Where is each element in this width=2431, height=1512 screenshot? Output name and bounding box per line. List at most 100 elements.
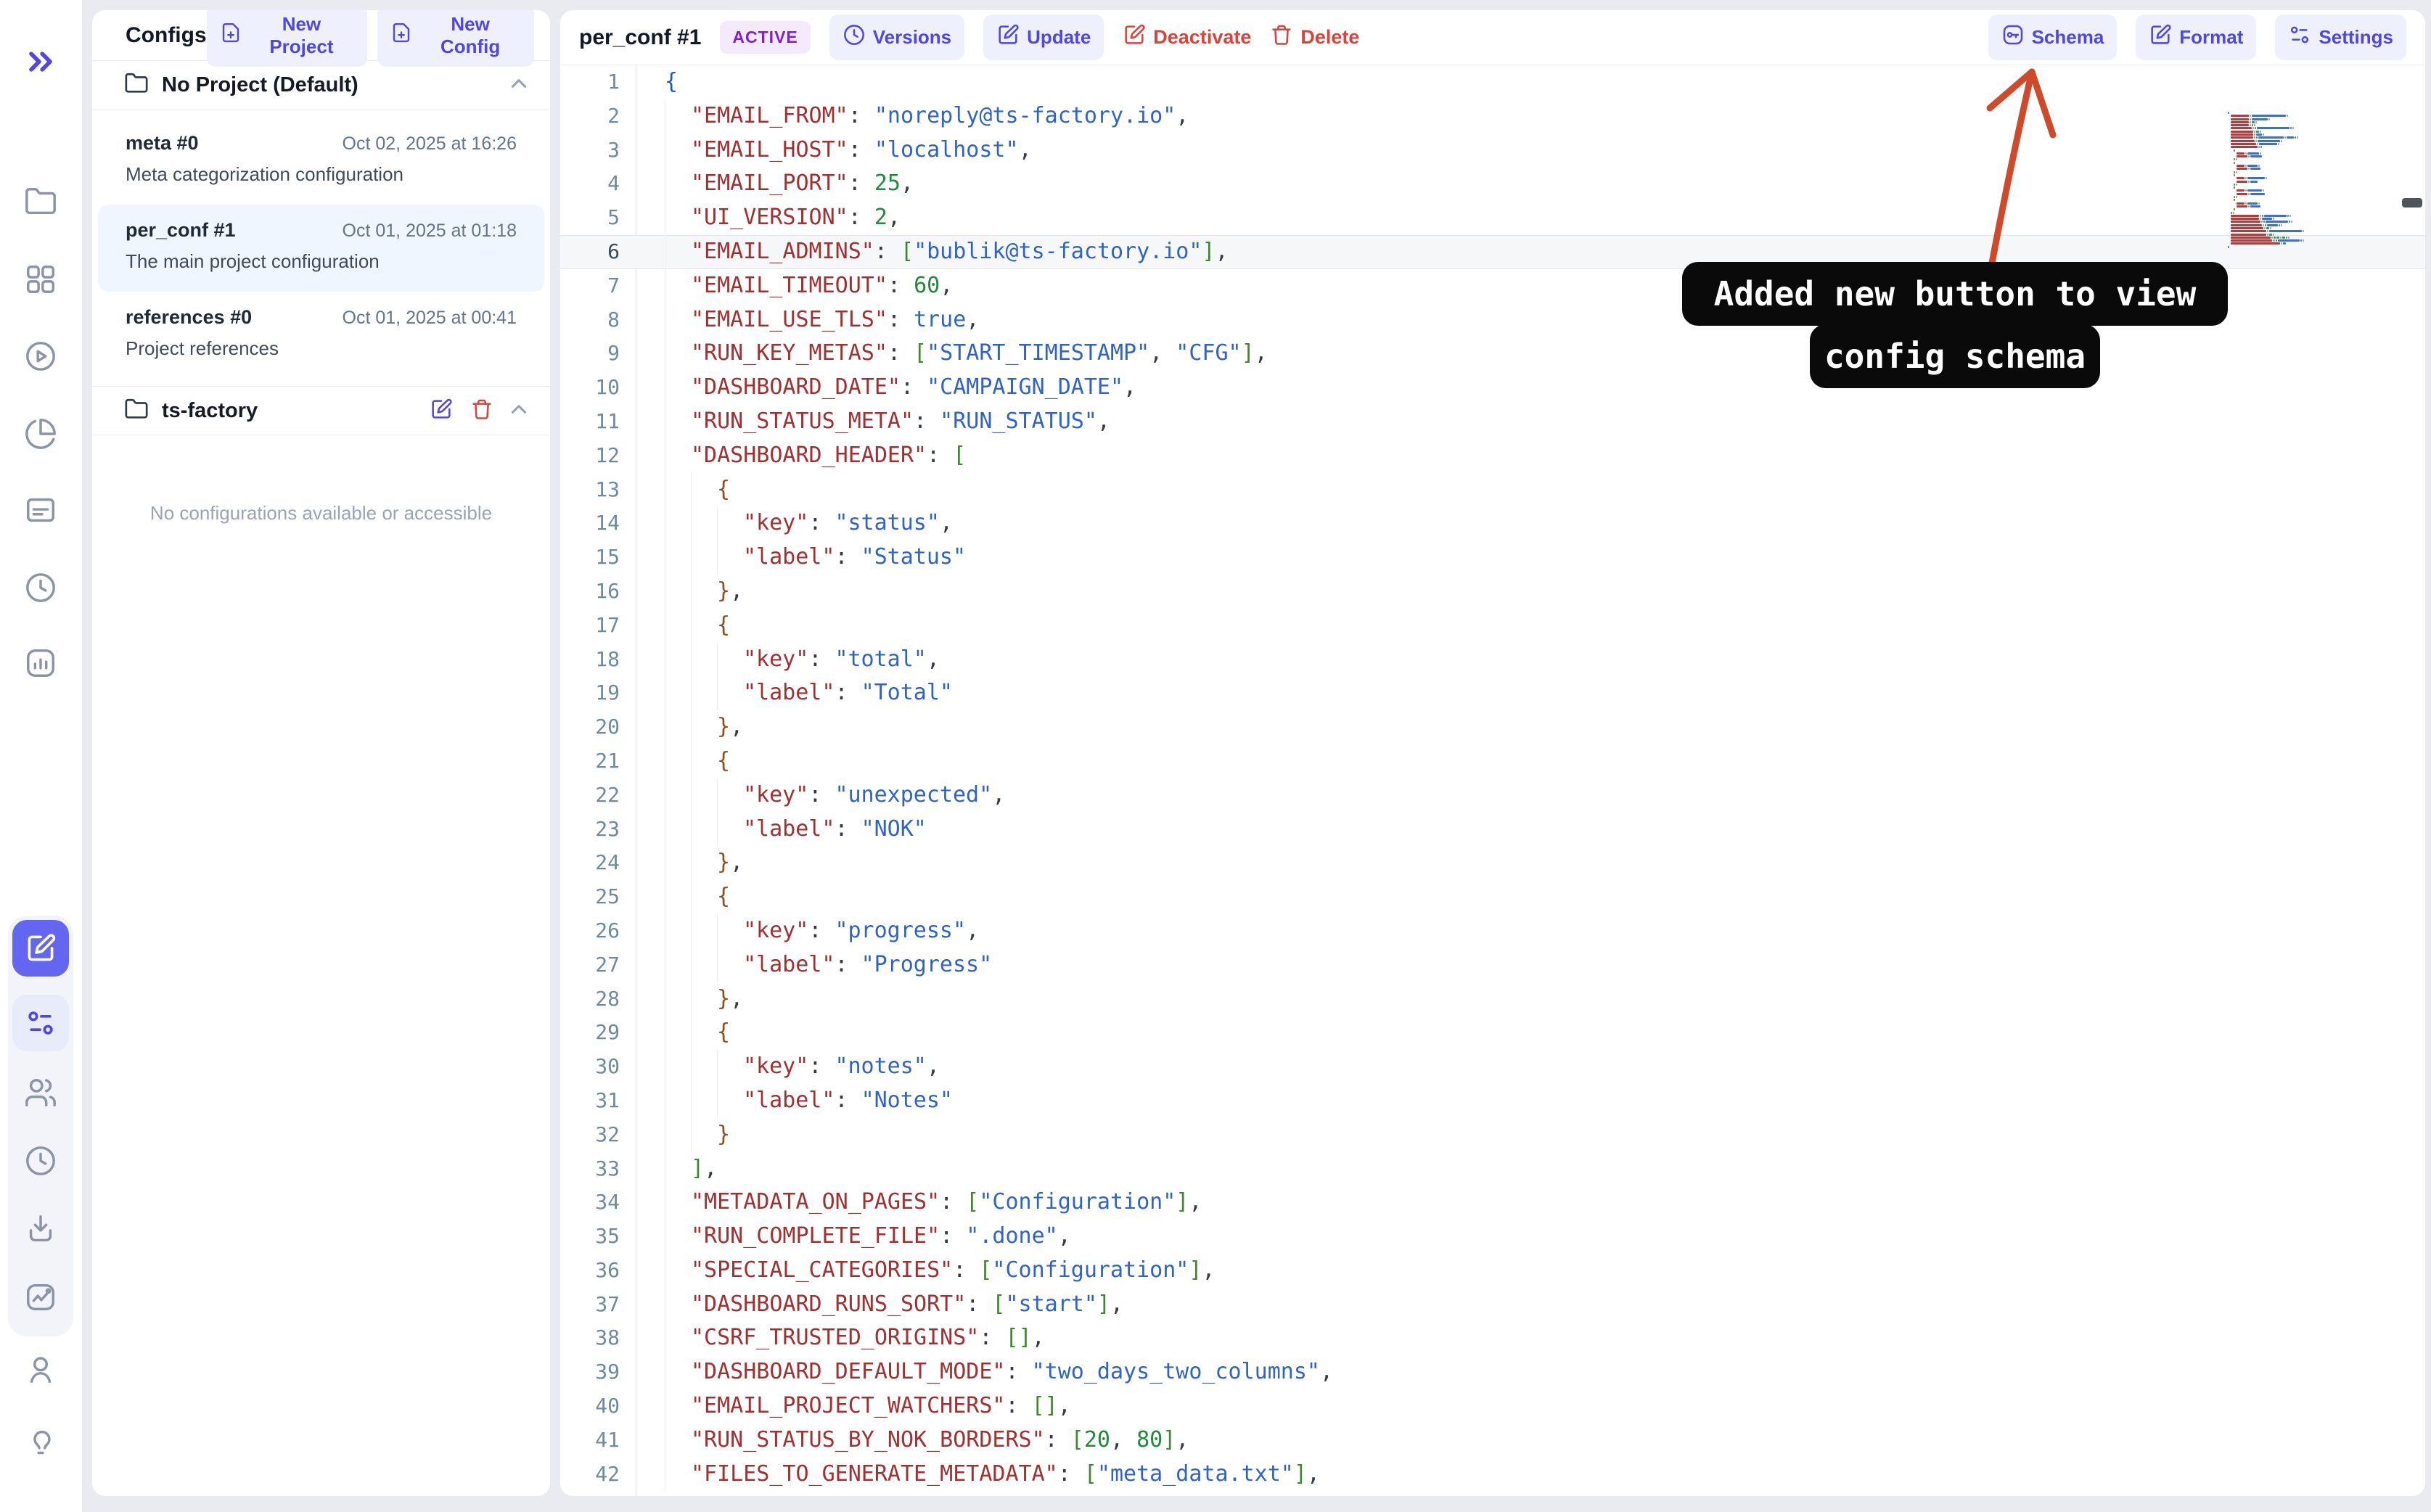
delete-button[interactable]: Delete — [1270, 23, 1359, 52]
code-line: 18"key": "total", — [560, 643, 2425, 677]
line-number: 11 — [560, 405, 636, 439]
line-number: 17 — [560, 609, 636, 643]
user-icon[interactable] — [24, 1353, 57, 1386]
settings-label: Settings — [2319, 26, 2393, 49]
line-number: 12 — [560, 439, 636, 473]
line-number: 35 — [560, 1220, 636, 1254]
play-circle-icon[interactable] — [24, 340, 57, 373]
section-header-no-project[interactable]: No Project (Default) — [92, 61, 550, 110]
line-number: 3 — [560, 133, 636, 168]
line-number: 8 — [560, 303, 636, 337]
configs-sliders-icon[interactable] — [12, 995, 69, 1051]
file-plus-icon — [220, 22, 242, 49]
empty-section-note: No configurations available or accessibl… — [92, 435, 550, 525]
versions-label: Versions — [873, 26, 951, 49]
code-line: 34"METADATA_ON_PAGES": ["Configuration"]… — [560, 1186, 2425, 1220]
edit-square-icon-active[interactable] — [12, 920, 69, 977]
code-line: 17{ — [560, 609, 2425, 643]
line-number: 6 — [560, 235, 636, 269]
line-number: 2 — [560, 99, 636, 133]
update-button[interactable]: Update — [983, 15, 1104, 60]
pie-chart-icon[interactable] — [24, 417, 57, 451]
new-config-label: New Config — [419, 13, 521, 58]
config-item[interactable]: meta #0Oct 02, 2025 at 16:26Meta categor… — [98, 118, 544, 205]
line-number: 36 — [560, 1254, 636, 1288]
edit-project-icon[interactable] — [430, 398, 453, 424]
code-line: 28}, — [560, 982, 2425, 1016]
folder-icon — [124, 397, 149, 425]
edit-square-icon — [2149, 23, 2172, 52]
settings-button[interactable]: Settings — [2275, 15, 2406, 60]
code-line: 5"UI_VERSION": 2, — [560, 201, 2425, 235]
trend-square-icon[interactable] — [24, 1281, 57, 1314]
clock-icon — [843, 23, 866, 52]
code-line: 26"key": "progress", — [560, 914, 2425, 948]
icon-rail — [0, 0, 82, 1512]
config-list: meta #0Oct 02, 2025 at 16:26Meta categor… — [92, 110, 550, 386]
code-line: 38"CSRF_TRUSTED_ORIGINS": [], — [560, 1321, 2425, 1355]
delete-project-icon[interactable] — [470, 398, 493, 424]
scrollbar-thumb[interactable] — [2402, 198, 2422, 208]
document-card-icon[interactable] — [24, 493, 57, 527]
new-project-label: New Project — [249, 13, 355, 58]
code-line: 13{ — [560, 473, 2425, 507]
folder-icon — [124, 71, 149, 99]
edit-square-icon — [996, 23, 1020, 52]
code-line: 42"FILES_TO_GENERATE_METADATA": ["meta_d… — [560, 1458, 2425, 1492]
line-number: 4 — [560, 167, 636, 201]
versions-button[interactable]: Versions — [829, 15, 964, 60]
line-number: 10 — [560, 371, 636, 405]
line-number: 22 — [560, 778, 636, 813]
line-number: 5 — [560, 201, 636, 235]
rail-active-group-bg — [8, 916, 73, 1336]
config-item-date: Oct 01, 2025 at 00:41 — [343, 308, 517, 329]
deactivate-button[interactable]: Deactivate — [1123, 23, 1251, 52]
config-name: per_conf #1 — [579, 25, 701, 50]
folder-icon[interactable] — [24, 185, 57, 218]
lightbulb-icon[interactable] — [24, 1428, 57, 1461]
code-line: 2"EMAIL_FROM": "noreply@ts-factory.io", — [560, 99, 2425, 133]
line-number: 20 — [560, 710, 636, 744]
config-item-name: meta #0 — [126, 132, 199, 155]
config-item-description: Meta categorization configuration — [126, 163, 517, 186]
format-button[interactable]: Format — [2136, 15, 2256, 60]
config-item-name: references #0 — [126, 306, 252, 329]
config-item-description: The main project configuration — [126, 250, 517, 273]
users-icon[interactable] — [24, 1076, 57, 1109]
dashboard-grid-icon[interactable] — [24, 263, 57, 296]
editor-toolbar: per_conf #1 ACTIVE Versions Update Deact… — [560, 10, 2425, 65]
configs-title: Configs — [126, 23, 207, 48]
code-line: 37"DASHBOARD_RUNS_SORT": ["start"], — [560, 1288, 2425, 1322]
section-header-ts-factory[interactable]: ts-factory — [92, 386, 550, 435]
config-item[interactable]: references #0Oct 01, 2025 at 00:41Projec… — [98, 292, 544, 379]
editor-minimap[interactable] — [2228, 112, 2315, 249]
config-item-name: per_conf #1 — [126, 219, 236, 242]
code-line: 8"EMAIL_USE_TLS": true, — [560, 303, 2425, 337]
line-number: 42 — [560, 1458, 636, 1492]
code-line: 14"key": "status", — [560, 506, 2425, 541]
import-box-icon[interactable] — [24, 1212, 57, 1246]
line-number: 23 — [560, 813, 636, 847]
line-number: 21 — [560, 744, 636, 778]
json-editor-area[interactable]: 1{2"EMAIL_FROM": "noreply@ts-factory.io"… — [560, 65, 2425, 1496]
schema-button[interactable]: Schema — [1988, 15, 2118, 60]
line-number: 25 — [560, 880, 636, 914]
line-number: 29 — [560, 1016, 636, 1050]
history-clock-icon[interactable] — [24, 571, 57, 604]
delete-label: Delete — [1300, 26, 1359, 49]
line-number: 41 — [560, 1423, 636, 1458]
clock-icon[interactable] — [24, 1144, 57, 1178]
line-number: 24 — [560, 846, 636, 880]
bar-chart-square-icon[interactable] — [24, 646, 57, 680]
chevron-up-icon[interactable] — [507, 397, 531, 425]
chevron-up-icon[interactable] — [507, 71, 531, 99]
new-project-button[interactable]: New Project — [207, 10, 368, 67]
code-line: 33], — [560, 1152, 2425, 1186]
configs-panel: Configs New Project New Config No Projec… — [92, 10, 550, 1496]
code-line: 1{ — [560, 65, 2425, 99]
config-item[interactable]: per_conf #1Oct 01, 2025 at 01:18The main… — [98, 205, 544, 292]
code-line: 6"EMAIL_ADMINS": ["bublik@ts-factory.io"… — [560, 235, 2425, 269]
expand-sidebar-icon[interactable] — [22, 43, 60, 81]
line-number: 26 — [560, 914, 636, 948]
new-config-button[interactable]: New Config — [377, 10, 534, 67]
